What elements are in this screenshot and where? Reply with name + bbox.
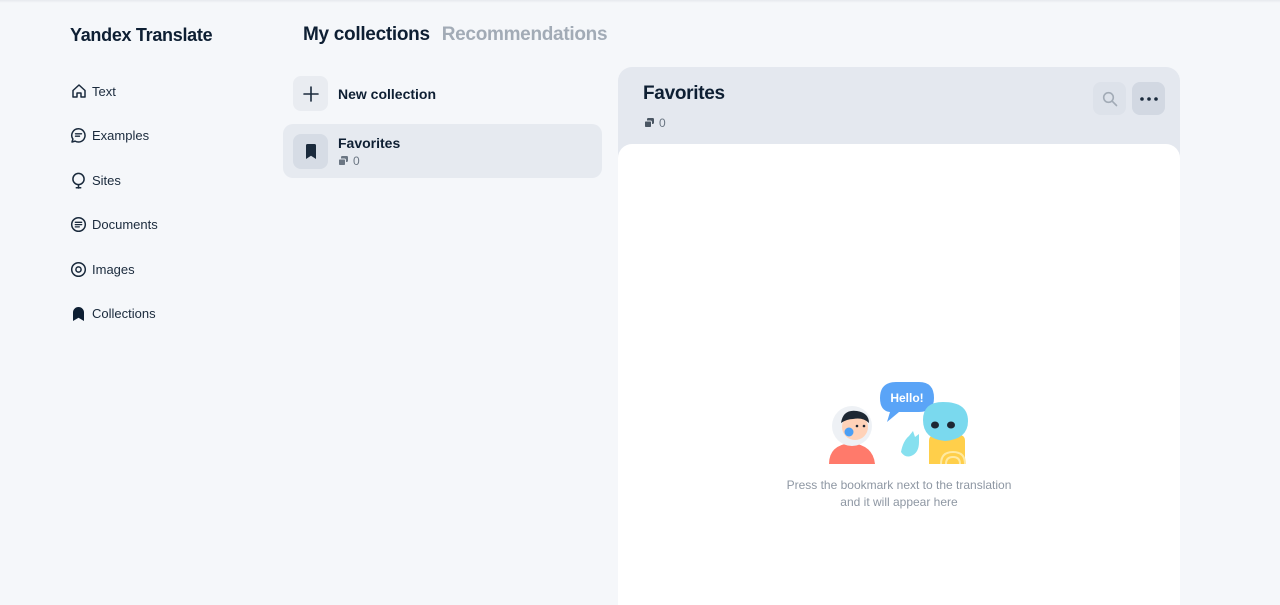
home-icon — [70, 83, 87, 100]
top-edge-shadow — [0, 0, 1280, 3]
app-logo[interactable]: Yandex Translate — [70, 25, 213, 46]
search-button[interactable] — [1093, 82, 1126, 115]
sidebar-item-label: Text — [92, 83, 116, 99]
panel-count-row: 0 — [644, 116, 666, 130]
collection-tabs: My collections Recommendations — [303, 24, 608, 46]
more-options-button[interactable] — [1132, 82, 1165, 115]
plus-icon — [293, 76, 328, 111]
bookmark-icon — [70, 305, 87, 322]
more-dots-icon — [1139, 96, 1158, 101]
new-collection-label: New collection — [338, 85, 437, 102]
collection-item-favorites[interactable]: Favorites 0 — [283, 124, 602, 178]
collection-count: 0 — [353, 153, 360, 168]
sidebar-nav: Text Examples Sites Documents Images Col… — [70, 80, 158, 347]
collection-name: Favorites — [338, 134, 401, 151]
sidebar-item-collections[interactable]: Collections — [70, 303, 158, 325]
sidebar-item-label: Documents — [92, 217, 158, 232]
empty-state-message: Press the bookmark next to the translati… — [618, 477, 1180, 511]
document-icon — [70, 216, 87, 233]
sidebar-item-label: Collections — [92, 306, 156, 321]
globe-pin-icon — [70, 172, 87, 189]
empty-state-line-2: and it will appear here — [840, 495, 958, 509]
collection-panel: Favorites 0 Hello! Press the bookmark ne… — [618, 67, 1180, 605]
panel-title: Favorites — [643, 83, 725, 104]
tab-my-collections[interactable]: My collections — [303, 24, 430, 46]
new-collection-button[interactable]: New collection — [293, 76, 436, 111]
sidebar-item-label: Images — [92, 261, 135, 277]
camera-icon — [70, 261, 87, 278]
sidebar-item-examples[interactable]: Examples — [70, 125, 158, 147]
bookmark-icon — [293, 133, 328, 169]
cards-icon — [644, 118, 654, 128]
sidebar-item-sites[interactable]: Sites — [70, 169, 158, 191]
sidebar-item-documents[interactable]: Documents — [70, 214, 158, 236]
sidebar-item-label: Sites — [92, 172, 121, 188]
bubble-text: Hello! — [890, 391, 923, 405]
collection-content: Hello! Press the bookmark next to the tr… — [618, 144, 1180, 605]
empty-state-line-1: Press the bookmark next to the translati… — [786, 478, 1012, 492]
search-icon — [1102, 91, 1117, 106]
cards-icon — [338, 155, 348, 166]
sidebar-item-label: Examples — [92, 128, 150, 143]
empty-state-illustration: Hello! — [829, 382, 968, 464]
sidebar-item-text[interactable]: Text — [70, 80, 158, 102]
panel-count: 0 — [659, 116, 666, 130]
tab-recommendations[interactable]: Recommendations — [442, 24, 608, 46]
chat-bubble-icon — [70, 127, 87, 144]
sidebar-item-images[interactable]: Images — [70, 258, 158, 280]
